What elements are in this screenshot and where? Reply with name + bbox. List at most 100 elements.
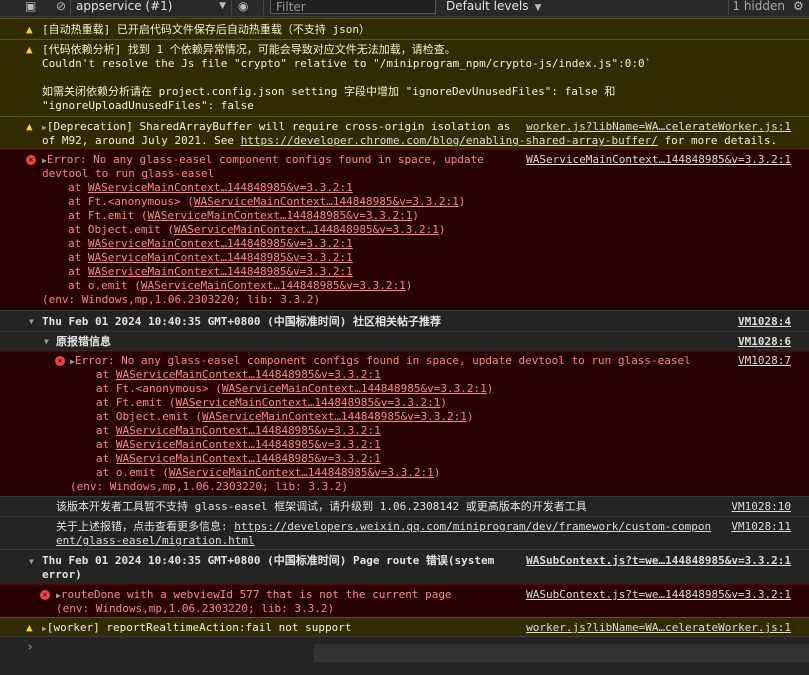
console-message-log[interactable]: 关于上述报错，点击查看更多信息: https://developers.weix… [0,516,809,549]
message-text-part: of M92, around July 2021. See [42,134,241,147]
error-text: devtool to run glass-easel [42,167,215,180]
stack-frame: at WAServiceMainContext…144848985&v=3.3.… [68,237,353,251]
source-link[interactable]: VM1028:7 [738,354,791,368]
context-select[interactable]: appservice (#1) ▼ [76,0,228,14]
source-link[interactable]: VM1028:6 [738,335,791,349]
stack-frame-link[interactable]: WAServiceMainContext…144848985&v=3.3.2:1 [116,438,381,451]
doc-link[interactable]: ent/glass-easel/migration.html [56,534,255,548]
message-text-line: [Deprecation] SharedArrayBuffer will req… [46,120,511,133]
console-message-error[interactable]: ✕ ▶routeDone with a webviewId 577 that i… [0,584,809,617]
hidden-count[interactable]: 1 hidden [732,0,785,12]
stack-frame-prefix: at [68,181,88,194]
expand-triangle-icon[interactable]: ▼ [29,555,34,569]
stack-frame-link[interactable]: WAServiceMainContext…144848985&v=3.3.2:1 [175,396,440,409]
message-text: [代码依赖分析] 找到 1 个依赖异常情况，可能会导致对应文件无法加载，请检查。 [42,43,456,56]
stack-frame-function: Ft.<anonymous> [87,195,188,208]
stack-frame-prefix: at [68,251,88,264]
stack-frame-prefix: at [68,195,88,208]
expand-triangle-icon[interactable]: ▼ [29,315,34,329]
console-group-header[interactable]: ▼ Thu Feb 01 2024 10:40:35 GMT+0800 (中国标… [0,310,809,331]
source-link[interactable]: WASubContext.js?t=we…144848985&v=3.3.2:1 [526,588,791,602]
source-link[interactable]: worker.js?libName=WA…celerateWorker.js:1 [526,621,791,635]
eye-icon[interactable]: ◉ [238,0,248,16]
chevron-down-icon: ▼ [219,1,226,11]
chevron-down-icon: ▼ [534,3,542,13]
toolbar-divider [263,0,264,15]
warning-icon: ▲ [26,43,33,56]
doc-link[interactable]: https://developer.chrome.com/blog/enabli… [241,134,658,147]
stack-frame-link[interactable]: WAServiceMainContext…144848985&v=3.3.2:1 [116,452,381,465]
stack-frame: at Object.emit (WAServiceMainContext…144… [96,410,474,423]
source-link[interactable]: WAServiceMainContext…144848985&v=3.3.2:1 [526,153,791,167]
console-message-warning[interactable]: ▲ [自动热重载] 已开启代码文件保存后自动热重载（不支持 json） [0,18,809,39]
stack-frame-link[interactable]: WAServiceMainContext…144848985&v=3.3.2:1 [88,265,353,278]
stack-frame: at WAServiceMainContext…144848985&v=3.3.… [68,181,353,195]
error-icon: ✕ [26,155,36,165]
env-info: (env: Windows,mp,1.06.2303220; lib: 3.3.… [56,602,335,615]
source-link[interactable]: VM1028:4 [738,315,791,329]
context-select-value: appservice (#1) [76,0,173,13]
source-link[interactable]: WASubContext.js?t=we…144848985&v=3.3.2:1 [526,554,791,568]
stack-frame-link[interactable]: WAServiceMainContext…144848985&v=3.3.2:1 [116,424,381,437]
stack-frame-prefix: at [96,424,116,437]
console-group-header[interactable]: ▼ 原报错信息 VM1028:6 [0,331,809,351]
console-group-header[interactable]: ▼ Thu Feb 01 2024 10:40:35 GMT+0800 (中国标… [0,549,809,584]
stack-frame-link[interactable]: WAServiceMainContext…144848985&v=3.3.2:1 [194,195,459,208]
filter-input[interactable]: Filter [270,0,436,14]
stack-frame-prefix: at [96,410,116,423]
stack-frame-prefix: at [96,368,116,381]
stack-frame-link[interactable]: WAServiceMainContext…144848985&v=3.3.2:1 [88,251,353,264]
message-text: ▶Error: No any glass-easel component con… [42,153,484,168]
expand-triangle-icon[interactable]: ▼ [44,335,49,349]
stack-frame: at Ft.emit (WAServiceMainContext…1448489… [68,209,420,222]
stack-frame-link[interactable]: WAServiceMainContext…144848985&v=3.3.2:1 [222,382,487,395]
stack-frame: at WAServiceMainContext…144848985&v=3.3.… [96,438,381,452]
stack-frame-function: Object.emit [115,410,196,423]
stack-frame-link[interactable]: WAServiceMainContext…144848985&v=3.3.2:1 [202,410,467,423]
stack-frame-link[interactable]: WAServiceMainContext…144848985&v=3.3.2:1 [141,279,406,292]
stack-frame-function: Ft.<anonymous> [115,382,216,395]
stack-frame-link[interactable]: WAServiceMainContext…144848985&v=3.3.2:1 [147,209,412,222]
warning-icon: ▲ [26,621,33,634]
console-message-error[interactable]: ✕ ▶Error: No any glass-easel component c… [0,351,809,496]
console-message-error[interactable]: ✕ ▶Error: No any glass-easel component c… [0,149,809,310]
filter-placeholder: Filter [276,0,306,14]
stack-frame-link[interactable]: WAServiceMainContext…144848985&v=3.3.2:1 [116,368,381,381]
env-info: (env: Windows,mp,1.06.2303220; lib: 3.3.… [42,293,321,306]
stack-frame-prefix: at [96,396,116,409]
console-message-log[interactable]: 该版本开发者工具暂不支持 glass-easel 框架调试，请升级到 1.06.… [0,496,809,516]
stack-frame-link[interactable]: WAServiceMainContext…144848985&v=3.3.2:1 [88,237,353,250]
stack-frame-function: Ft.emit [87,209,141,222]
sidebar-toggle-icon[interactable]: ▣ [25,0,36,16]
message-text: ▶routeDone with a webviewId 577 that is … [56,588,452,603]
console-message-warning[interactable]: ▲ ▶[worker] reportRealtimeAction:fail no… [0,617,809,636]
message-text: ▶Error: No any glass-easel component con… [70,354,691,369]
source-link[interactable]: VM1028:10 [731,500,791,514]
error-text: Error: No any glass-easel component conf… [46,153,484,166]
stack-frame-prefix: at [68,223,88,236]
source-link[interactable]: worker.js?libName=WA…celerateWorker.js:1 [526,120,791,134]
stack-frame: at o.emit (WAServiceMainContext…14484898… [96,466,441,479]
stack-frame: at Ft.<anonymous> (WAServiceMainContext…… [68,195,466,208]
doc-link[interactable]: https://developers.weixin.qq.com/minipro… [234,520,711,533]
stack-frame: at Ft.emit (WAServiceMainContext…1448489… [96,396,448,409]
error-text: Error: No any glass-easel component conf… [74,354,691,367]
message-text-part: for more details. [657,134,778,147]
console-message-warning[interactable]: ▲ [代码依赖分析] 找到 1 个依赖异常情况，可能会导致对应文件无法加载，请检… [0,39,809,116]
toolbar-divider [70,0,71,15]
stack-frame-prefix: at [68,279,88,292]
clear-console-icon[interactable]: ⊘ [56,0,66,16]
stack-frame-prefix: at [68,265,88,278]
console-message-warning[interactable]: ▲ ▶[Deprecation] SharedArrayBuffer will … [0,116,809,149]
stack-frame: at Object.emit (WAServiceMainContext…144… [68,223,446,236]
stack-frame: at WAServiceMainContext…144848985&v=3.3.… [68,251,353,265]
env-info: (env: Windows,mp,1.06.2303220; lib: 3.3.… [70,480,349,493]
log-levels-dropdown[interactable]: Default levels ▼ [446,0,541,14]
stack-frame-link[interactable]: WAServiceMainContext…144848985&v=3.3.2:1 [174,223,439,236]
error-icon: ✕ [40,590,50,600]
source-link[interactable]: VM1028:11 [731,520,791,534]
stack-frame-link[interactable]: WAServiceMainContext…144848985&v=3.3.2:1 [169,466,434,479]
error-text: routeDone with a webviewId 577 that is n… [60,588,452,601]
gear-icon[interactable]: ⚙ [793,0,807,14]
stack-frame-link[interactable]: WAServiceMainContext…144848985&v=3.3.2:1 [88,181,353,194]
